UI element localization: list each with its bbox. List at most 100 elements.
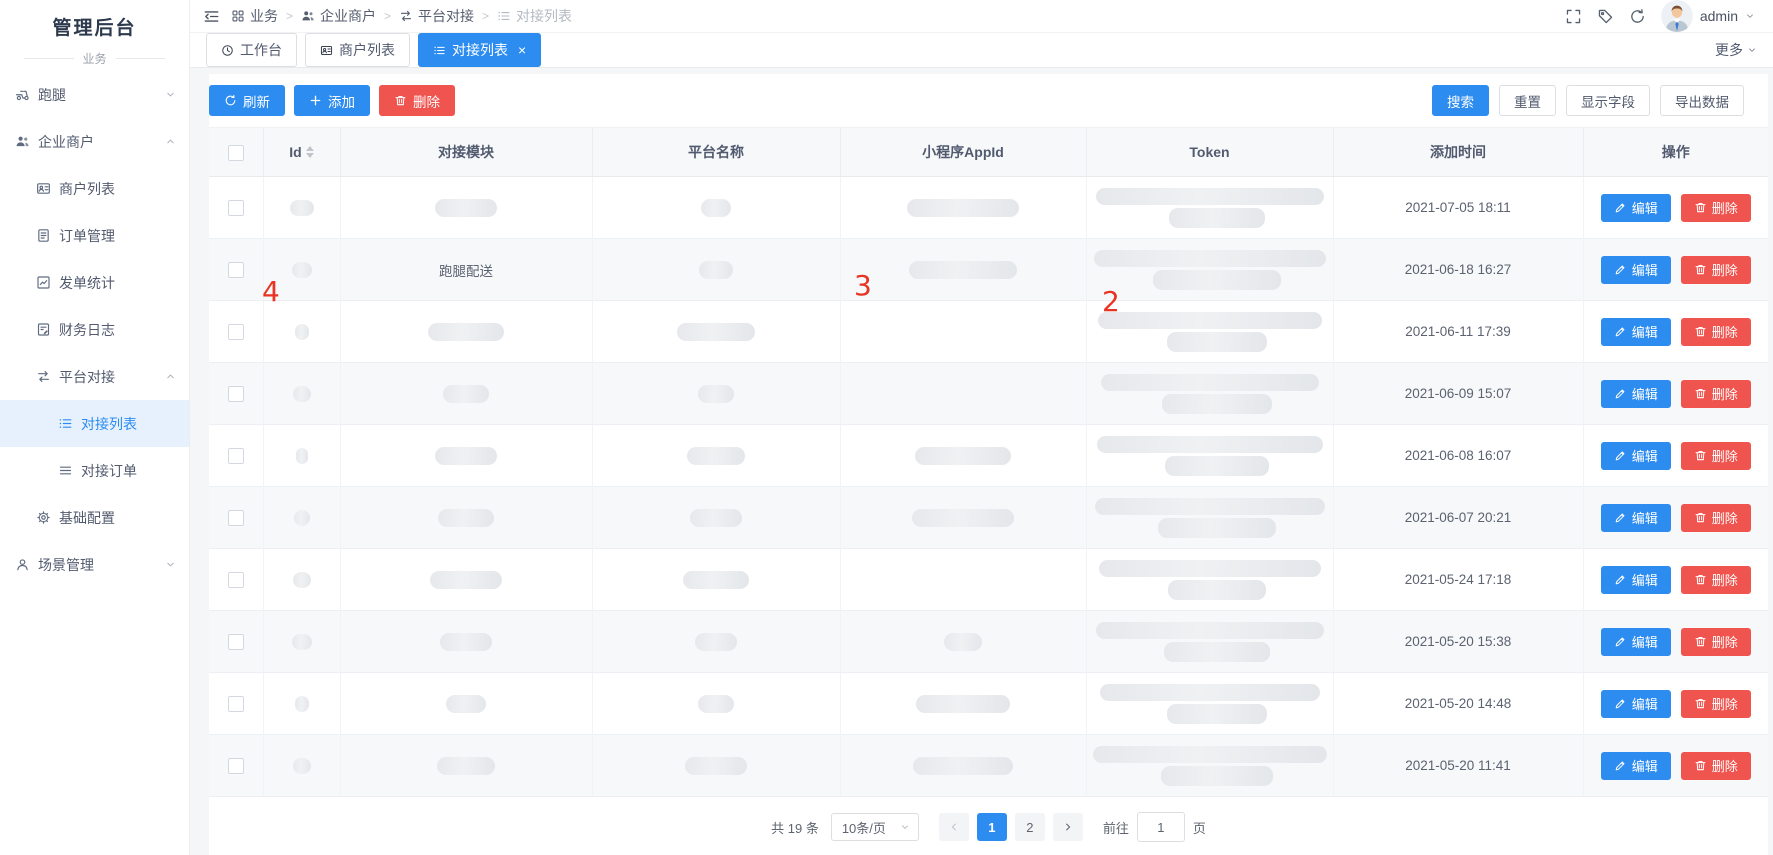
sortable-header[interactable]: Id: [289, 144, 313, 160]
edit-button[interactable]: 编辑: [1601, 318, 1671, 346]
breadcrumb-item-docking-list[interactable]: 对接列表: [497, 6, 572, 26]
sidebar-item-basic-config[interactable]: 基础配置: [0, 494, 189, 541]
col-header-select-all[interactable]: [209, 128, 263, 177]
row-actions: 编辑删除: [1585, 380, 1768, 408]
sidebar-item-finance-log[interactable]: 财务日志: [0, 306, 189, 353]
delete-button[interactable]: 删除: [1681, 442, 1751, 470]
delete-button[interactable]: 删除: [1681, 504, 1751, 532]
edit-button[interactable]: 编辑: [1601, 194, 1671, 222]
delete-button[interactable]: 删除: [1681, 566, 1751, 594]
edit-button[interactable]: 编辑: [1601, 380, 1671, 408]
row-checkbox[interactable]: [228, 386, 244, 402]
token-cell: [1086, 673, 1333, 735]
row-select-cell: [209, 301, 263, 363]
row-checkbox[interactable]: [228, 634, 244, 650]
username: admin: [1700, 8, 1738, 24]
id-cell: [263, 239, 340, 301]
row-checkbox[interactable]: [228, 448, 244, 464]
breadcrumb-label: 对接列表: [516, 6, 572, 26]
sidebar-item-label: 财务日志: [59, 320, 115, 340]
show-fields-button[interactable]: 显示字段: [1566, 85, 1650, 116]
delete-button[interactable]: 删除: [1681, 752, 1751, 780]
close-icon[interactable]: ×: [518, 43, 526, 57]
delete-button[interactable]: 删除: [1681, 380, 1751, 408]
redacted-blur: [912, 509, 1014, 527]
page-number-1[interactable]: 1: [977, 813, 1007, 841]
row-checkbox[interactable]: [228, 696, 244, 712]
table-row: 2021-06-09 15:07编辑删除: [209, 363, 1768, 425]
delete-button[interactable]: 删除: [1681, 690, 1751, 718]
row-checkbox[interactable]: [228, 200, 244, 216]
edit-button[interactable]: 编辑: [1601, 690, 1671, 718]
edit-button[interactable]: 编辑: [1601, 442, 1671, 470]
col-header-id[interactable]: Id: [263, 128, 340, 177]
more-dropdown[interactable]: 更多: [1715, 40, 1757, 60]
docking-module-cell: 跑腿配送: [340, 239, 592, 301]
sidebar-item-label: 对接列表: [81, 414, 137, 434]
col-header-label: Id: [289, 144, 301, 160]
sidebar-item-enterprise-merchant[interactable]: 企业商户: [0, 118, 189, 165]
sidebar-item-dispatch-stats[interactable]: 发单统计: [0, 259, 189, 306]
edit-button[interactable]: 编辑: [1601, 504, 1671, 532]
sort-caret-icon[interactable]: [306, 146, 314, 158]
search-button[interactable]: 搜索: [1432, 85, 1489, 116]
row-checkbox[interactable]: [228, 758, 244, 774]
page-number-2[interactable]: 2: [1015, 813, 1045, 841]
app-window: 管理后台 业务 跑腿企业商户商户列表订单管理发单统计财务日志平台对接对接列表对接…: [0, 0, 1773, 855]
export-data-button[interactable]: 导出数据: [1660, 85, 1744, 116]
refresh-button[interactable]: 刷新: [209, 85, 285, 116]
collapse-sidebar-icon[interactable]: [203, 8, 220, 25]
refresh-icon[interactable]: [1629, 8, 1646, 25]
reset-button[interactable]: 重置: [1499, 85, 1556, 116]
delete-button[interactable]: 删除: [1681, 628, 1751, 656]
edit-button[interactable]: 编辑: [1601, 628, 1671, 656]
breadcrumb-item-enterprise-merchant[interactable]: 企业商户: [301, 6, 376, 26]
redacted-blur: [1096, 622, 1324, 639]
edit-button[interactable]: 编辑: [1601, 752, 1671, 780]
token-blur-group: [1088, 371, 1332, 417]
sidebar-item-merchant-list[interactable]: 商户列表: [0, 165, 189, 212]
sidebar-item-order-management[interactable]: 订单管理: [0, 212, 189, 259]
token-cell: [1086, 177, 1333, 239]
fullscreen-icon[interactable]: [1565, 8, 1582, 25]
sidebar-item-docking-list[interactable]: 对接列表: [0, 400, 189, 447]
tab-workbench[interactable]: 工作台: [206, 33, 297, 67]
table-panel: 刷新 添加 删除 搜索: [209, 74, 1768, 855]
row-checkbox[interactable]: [228, 510, 244, 526]
clear-cache-icon[interactable]: [1597, 8, 1614, 25]
row-checkbox[interactable]: [228, 324, 244, 340]
tab-merchant-list[interactable]: 商户列表: [305, 33, 410, 67]
created-time-cell: 2021-06-07 20:21: [1333, 487, 1583, 549]
delete-button[interactable]: 删除: [379, 85, 455, 116]
add-button[interactable]: 添加: [294, 85, 370, 116]
goto-page: 前往 页: [1103, 812, 1206, 842]
edit-button[interactable]: 编辑: [1601, 256, 1671, 284]
chevron-right-icon: [1062, 821, 1074, 833]
created-time-cell: 2021-05-24 17:18: [1333, 549, 1583, 611]
delete-button[interactable]: 删除: [1681, 194, 1751, 222]
page-size-select[interactable]: 10条/页: [831, 813, 919, 841]
prev-page-button[interactable]: [939, 813, 969, 841]
select-all-checkbox[interactable]: [228, 145, 244, 161]
redacted-blur: [698, 695, 734, 713]
tab-docking-list[interactable]: 对接列表 ×: [418, 33, 541, 67]
tab-label: 对接列表: [452, 40, 508, 60]
user-menu[interactable]: admin: [1661, 0, 1755, 32]
sidebar-item-label: 企业商户: [38, 132, 94, 152]
sidebar-item-scene-management[interactable]: 场景管理: [0, 541, 189, 588]
goto-page-input[interactable]: [1137, 812, 1185, 842]
edit-button[interactable]: 编辑: [1601, 566, 1671, 594]
row-checkbox[interactable]: [228, 262, 244, 278]
breadcrumb-item-business[interactable]: 业务: [231, 6, 278, 26]
delete-button-label: 删除: [1712, 260, 1738, 279]
next-page-button[interactable]: [1053, 813, 1083, 841]
sidebar-item-docking-orders[interactable]: 对接订单: [0, 447, 189, 494]
sidebar-item-platform-docking[interactable]: 平台对接: [0, 353, 189, 400]
delete-button[interactable]: 删除: [1681, 256, 1751, 284]
appid-cell: [840, 487, 1086, 549]
row-checkbox[interactable]: [228, 572, 244, 588]
sidebar-item-errand[interactable]: 跑腿: [0, 71, 189, 118]
breadcrumb-item-platform-docking[interactable]: 平台对接: [399, 6, 474, 26]
delete-button[interactable]: 删除: [1681, 318, 1751, 346]
edit-button-label: 编辑: [1632, 570, 1658, 589]
